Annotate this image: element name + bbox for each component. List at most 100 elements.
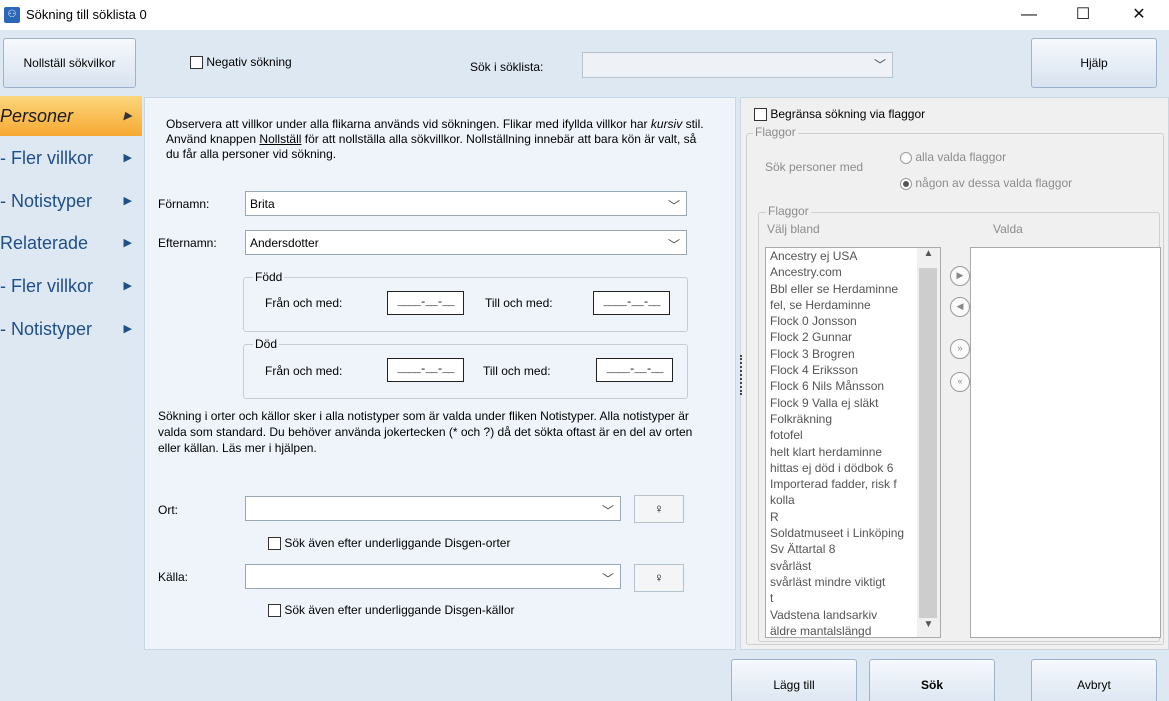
panel-splitter[interactable] [740,355,743,395]
flag-list-item[interactable]: kolla [766,492,940,508]
died-to-label: Till och med: [483,364,551,378]
flag-list-item[interactable]: svårläst mindre viktigt [766,574,940,590]
choose-from-label: Välj bland [767,222,820,236]
cancel-button[interactable]: Avbryt [1031,659,1157,701]
chosen-flags-list[interactable] [970,247,1161,638]
chosen-label: Valda [993,222,1023,236]
flag-list-item[interactable]: Flock 4 Eriksson [766,362,940,378]
source-field[interactable]: ﹀ [245,564,621,589]
place-sub-checkbox-wrap[interactable]: Sök även efter underliggande Disgen-orte… [268,536,510,551]
chevron-down-icon: ﹀ [873,58,886,72]
flag-list-item[interactable]: Ancestry ej USA [766,248,940,264]
nav-item-notistyper[interactable]: - Notistyper ▶ [0,181,142,221]
nav-item-label: Relaterade [0,233,89,253]
source-sub-checkbox-wrap[interactable]: Sök även efter underliggande Disgen-käll… [268,603,515,618]
flag-list-item[interactable]: Folkräkning [766,411,940,427]
negative-search-label: Negativ sökning [206,55,292,69]
chevron-down-icon: ﹀ [601,504,614,518]
limit-by-flags-checkbox-wrap[interactable]: Begränsa sökning via flaggor [754,107,926,122]
lightbulb-icon: ♀ [654,570,664,585]
firstname-field[interactable]: Brita ﹀ [245,191,687,216]
scroll-up-icon[interactable]: ▲ [917,248,940,266]
flag-list-item[interactable]: Flock 9 Valla ej släkt [766,395,940,411]
flag-list-item[interactable]: Flock 2 Gunnar [766,329,940,345]
flag-list-item[interactable]: Sv Ättartal 8 [766,541,940,557]
arrow-right-icon: ▶ [123,195,132,207]
title-bar [0,0,1169,30]
nav-item-label: Personer [0,106,74,126]
born-from-date[interactable]: ____-__-__ [387,291,464,315]
any-flags-option[interactable]: någon av dessa valda flaggor [900,176,1072,190]
flag-list-scrollbar[interactable]: ▲ ▼ [917,248,940,637]
nav-item-label: - Notistyper [0,319,93,339]
search-button[interactable]: Sök [869,659,995,701]
search-persons-with-label: Sök personer med [765,160,864,174]
remove-all-flags-button[interactable]: « [950,372,970,392]
flag-list-item[interactable]: fotofel [766,427,940,443]
place-sub-checkbox[interactable] [268,537,281,551]
all-flags-radio[interactable] [900,151,912,164]
side-nav: Personer ▶ - Fler villkor ▶ - Notistyper ▶ … [0,96,142,651]
nav-item-relaterade[interactable]: Relaterade ▶ [0,223,142,263]
place-field[interactable]: ﹀ [245,496,621,521]
flag-list-item[interactable]: Importerad fadder, risk f [766,476,940,492]
source-sub-label: Sök även efter underliggande Disgen-käll… [284,603,515,617]
negative-search-checkbox-wrap[interactable]: Negativ sökning [190,55,292,70]
flag-list-item[interactable]: R [766,509,940,525]
born-from-label: Från och med: [265,296,343,310]
nav-item-relaterade-notistyper[interactable]: - Notistyper ▶ [0,309,142,349]
nav-item-label: - Notistyper [0,191,93,211]
nav-item-personer[interactable]: Personer ▶ [0,96,142,136]
minimize-button[interactable]: — [1006,4,1052,26]
flag-list-item[interactable]: svårläst [766,558,940,574]
nav-item-fler-villkor[interactable]: - Fler villkor ▶ [0,138,142,178]
lastname-label: Efternamn: [158,236,217,250]
remove-flag-button[interactable]: ◀ [950,297,970,317]
source-lookup-button[interactable]: ♀ [634,564,684,592]
scroll-thumb[interactable] [919,268,937,618]
negative-search-checkbox[interactable] [190,56,203,70]
chevron-down-icon: ﹀ [667,238,680,252]
flag-list-item[interactable]: Flock 6 Nils Månsson [766,378,940,394]
flag-list-item[interactable]: Soldatmuseet i Linköping [766,525,940,541]
died-to-date[interactable]: ____-__-__ [596,358,673,382]
born-to-date[interactable]: ____-__-__ [593,291,670,315]
born-group-title: Född [253,270,285,284]
flag-list-item[interactable]: fel, se Herdaminne [766,297,940,313]
close-button[interactable]: ✕ [1116,4,1162,26]
available-flags-list[interactable]: Ancestry ej USA Ancestry.com Bbl eller se … [765,247,941,638]
limit-by-flags-label: Begränsa sökning via flaggor [770,107,926,121]
maximize-button[interactable]: ☐ [1060,4,1106,26]
flag-list-item[interactable]: Flock 3 Brogren [766,346,940,362]
flag-list-item[interactable]: Flock 0 Jonsson [766,313,940,329]
place-label: Ort: [158,503,178,517]
add-flag-button[interactable]: ▶ [950,266,970,286]
flag-list-item[interactable]: Ancestry.com [766,264,940,280]
died-group-title: Död [253,337,280,351]
nav-item-relaterade-fler-villkor[interactable]: - Fler villkor ▶ [0,266,142,306]
arrow-right-icon: ▶ [123,237,132,249]
add-button[interactable]: Lägg till [731,659,857,701]
flag-list-item[interactable]: t [766,590,940,606]
died-from-date[interactable]: ____-__-__ [387,358,464,382]
flag-list-item[interactable]: helt klart herdaminne [766,444,940,460]
any-flags-radio[interactable] [900,177,912,190]
flag-list-item[interactable]: äldre mantalslängd [766,623,940,637]
flag-list-item[interactable]: Bbl eller se Herdaminne [766,281,940,297]
place-lookup-button[interactable]: ♀ [634,495,684,523]
died-from-label: Från och med: [265,364,343,378]
flag-list-item[interactable]: Vadstena landsarkiv [766,607,940,623]
help-button[interactable]: Hjälp [1031,38,1157,88]
all-flags-option[interactable]: alla valda flaggor [900,150,1006,164]
limit-by-flags-checkbox[interactable] [754,108,767,122]
search-in-list-select[interactable]: ﹀ [582,52,893,78]
add-all-flags-button[interactable]: » [950,339,970,359]
lastname-field[interactable]: Andersdotter ﹀ [245,230,687,255]
chevron-down-icon: ﹀ [601,572,614,586]
scroll-down-icon[interactable]: ▼ [917,619,940,637]
source-sub-checkbox[interactable] [268,604,281,618]
flags-group-title: Flaggor [753,125,798,139]
place-source-info-text: Sökning i orter och källor sker i alla n… [158,409,693,455]
flag-list-item[interactable]: hittas ej död i dödbok 6 [766,460,940,476]
reset-conditions-button[interactable]: Nollställ sökvilkor [3,38,136,88]
